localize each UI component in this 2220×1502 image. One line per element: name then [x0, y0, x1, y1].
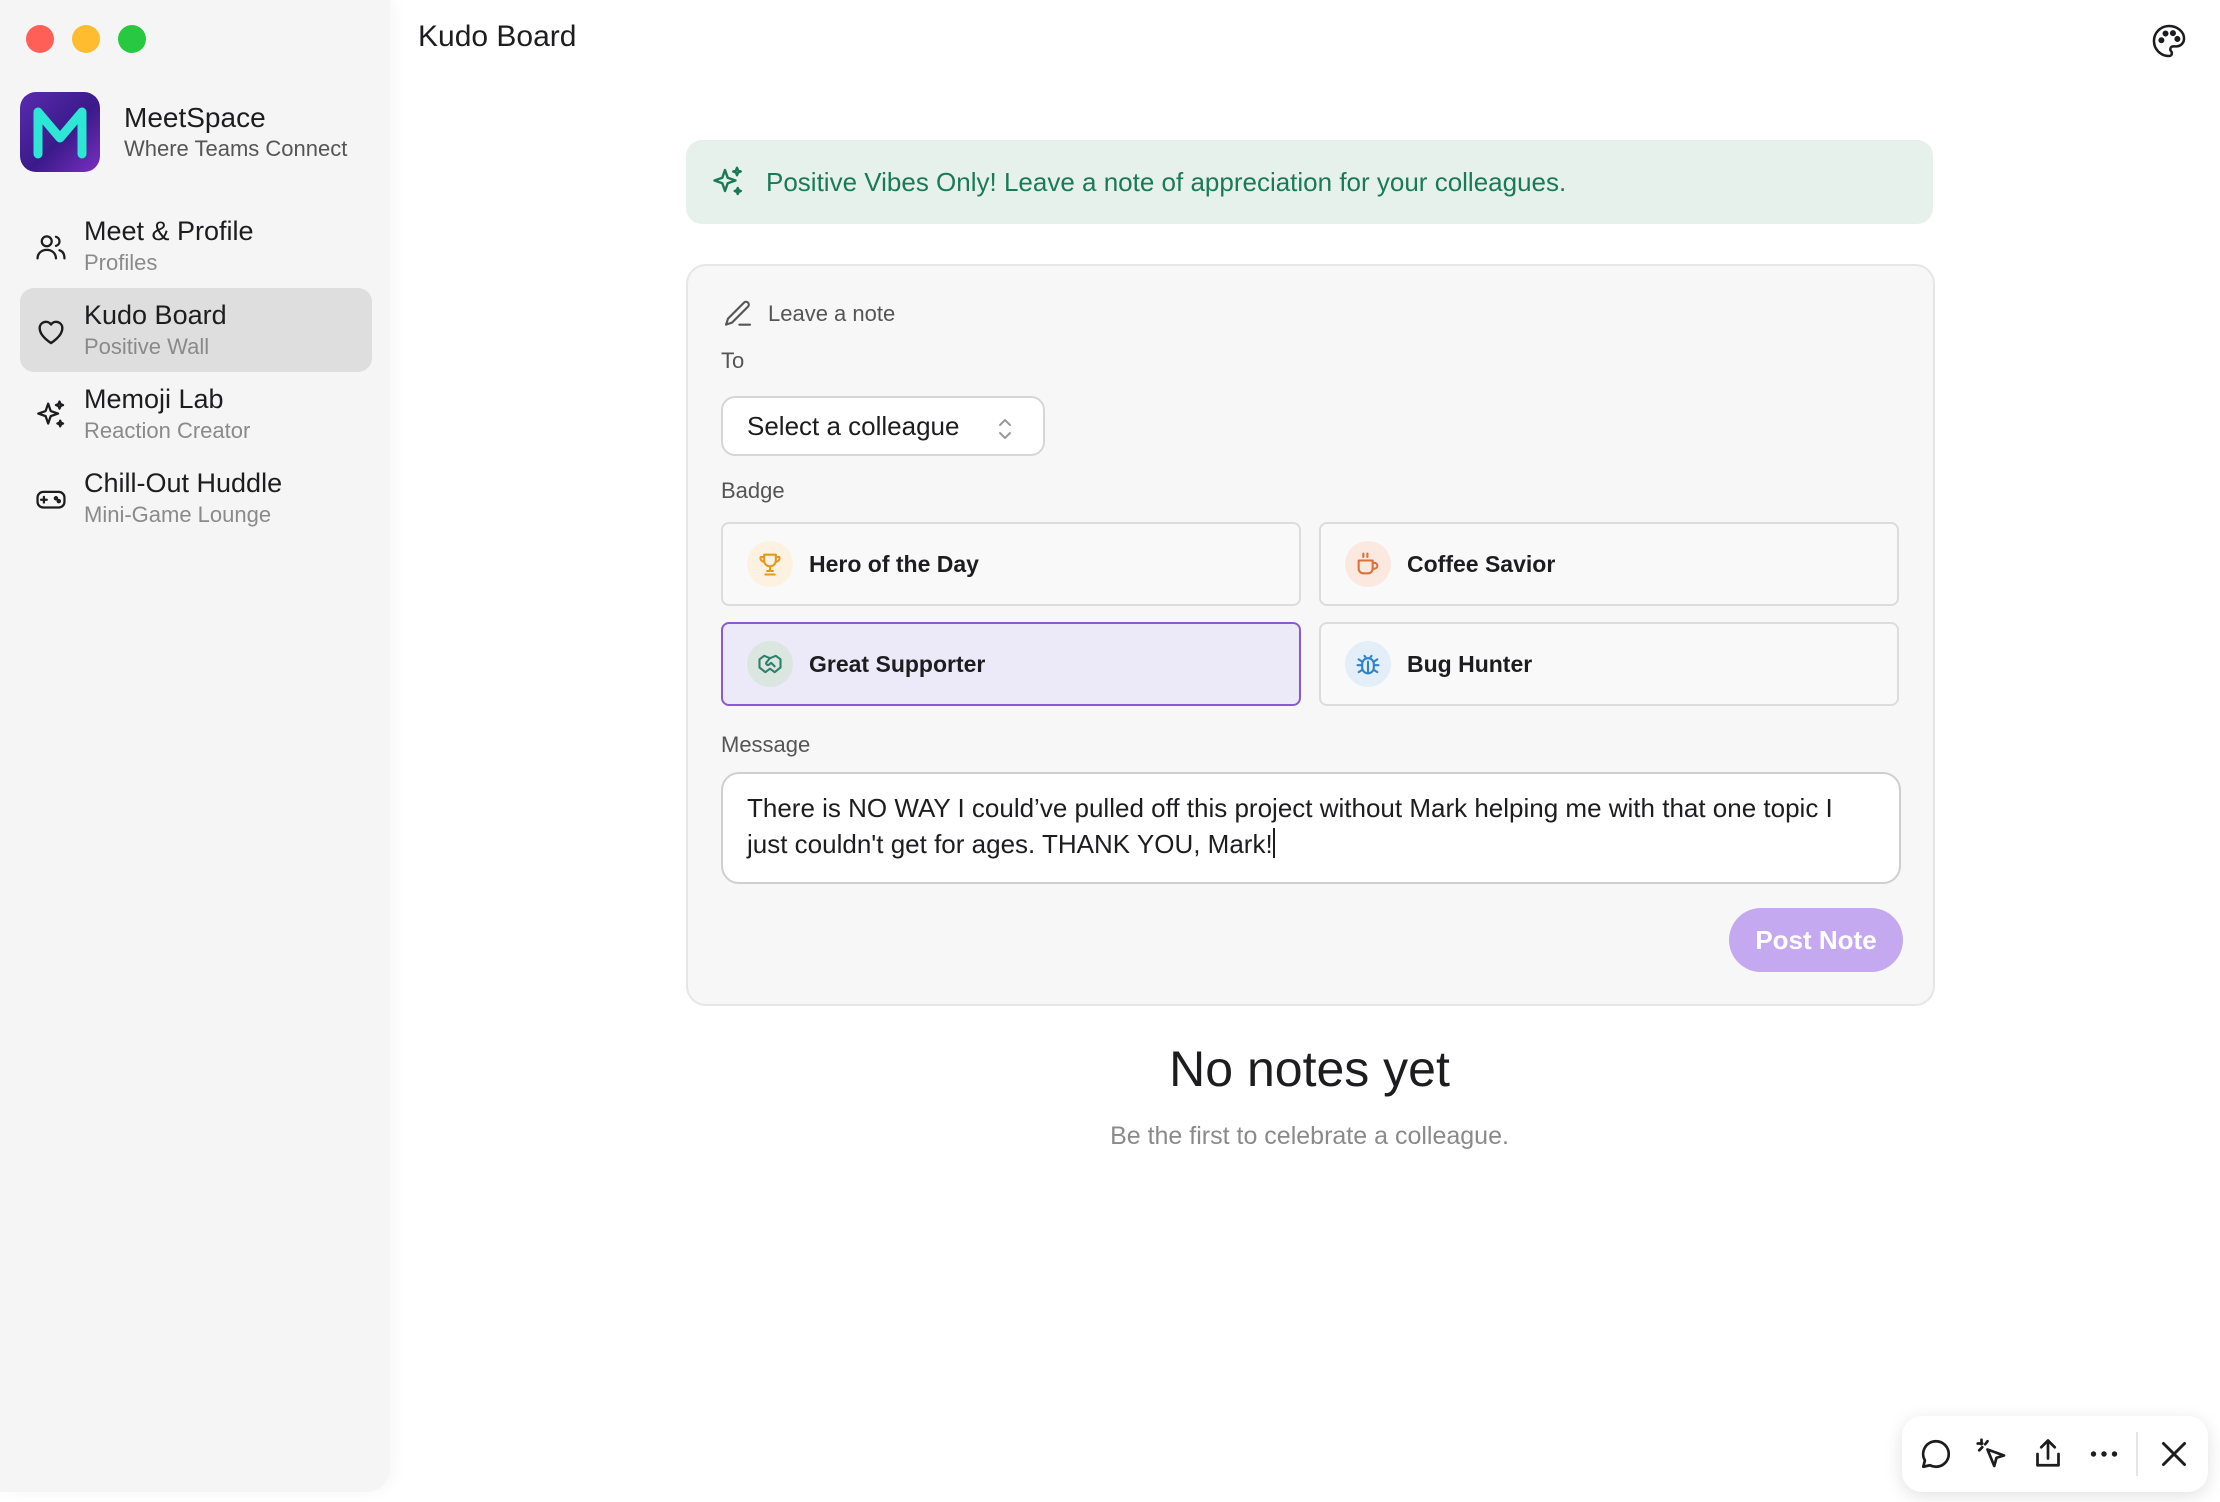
- sidebar-item-subtitle: Profiles: [84, 250, 158, 275]
- bug-icon: [1345, 641, 1391, 687]
- sidebar: MeetSpace Where Teams Connect Meet & Pro…: [0, 0, 390, 1492]
- sparkles-icon: [713, 166, 742, 196]
- handshake-icon: [747, 641, 793, 687]
- colleague-select[interactable]: Select a colleague: [721, 396, 1045, 456]
- to-label: To: [721, 348, 745, 373]
- sidebar-item-title: Chill-Out Huddle: [84, 468, 283, 498]
- sidebar-item-meet-profile[interactable]: Meet & Profile Profiles: [20, 204, 372, 288]
- chat-icon[interactable]: [1918, 1436, 1954, 1472]
- badge-great-supporter[interactable]: Great Supporter: [721, 622, 1301, 706]
- chevron-up-down-icon: [999, 419, 1011, 439]
- sidebar-item-title: Kudo Board: [84, 300, 227, 330]
- colleague-select-value: Select a colleague: [747, 410, 960, 441]
- share-icon[interactable]: [2030, 1436, 2066, 1472]
- users-icon: [36, 235, 66, 260]
- badge-label-text: Bug Hunter: [1407, 650, 1533, 677]
- toolbar-divider: [2136, 1432, 2138, 1476]
- badge-label: Badge: [721, 478, 785, 503]
- brand-name: MeetSpace: [124, 102, 266, 133]
- page-title: Kudo Board: [418, 20, 577, 53]
- pencil-icon: [724, 300, 752, 326]
- text-caret: [1272, 828, 1275, 858]
- heart-icon: [38, 320, 64, 345]
- message-text: There is NO WAY I could’ve pulled off th…: [747, 793, 1833, 859]
- trophy-icon: [747, 541, 793, 587]
- window-minimize-button[interactable]: [72, 25, 100, 53]
- window-close-button[interactable]: [26, 25, 54, 53]
- app-logo: [20, 92, 100, 172]
- badge-hero-of-the-day[interactable]: Hero of the Day: [721, 522, 1301, 606]
- palette-icon[interactable]: [2150, 22, 2188, 60]
- more-icon[interactable]: [2086, 1436, 2122, 1472]
- close-icon[interactable]: [2156, 1436, 2192, 1472]
- coffee-icon: [1345, 541, 1391, 587]
- floating-toolbar: [1902, 1416, 2208, 1492]
- card-heading: Leave a note: [768, 301, 896, 326]
- banner-text: Positive Vibes Only! Leave a note of app…: [766, 166, 1567, 197]
- message-label: Message: [721, 732, 811, 757]
- pointer-icon[interactable]: [1974, 1436, 2010, 1472]
- badge-label-text: Coffee Savior: [1407, 550, 1556, 577]
- info-banner: Positive Vibes Only! Leave a note of app…: [686, 140, 1933, 224]
- badge-label-text: Great Supporter: [809, 650, 986, 677]
- post-note-button[interactable]: Post Note: [1729, 908, 1903, 972]
- badge-label-text: Hero of the Day: [809, 550, 979, 577]
- brand: MeetSpace Where Teams Connect: [20, 92, 347, 172]
- sidebar-item-title: Meet & Profile: [84, 216, 254, 246]
- sidebar-item-chill-out-huddle[interactable]: Chill-Out Huddle Mini-Game Lounge: [20, 456, 372, 540]
- badge-coffee-savior[interactable]: Coffee Savior: [1319, 522, 1899, 606]
- message-textarea[interactable]: There is NO WAY I could’ve pulled off th…: [721, 772, 1901, 884]
- window-zoom-button[interactable]: [118, 25, 146, 53]
- empty-state-subtitle: Be the first to celebrate a colleague.: [1110, 1122, 1509, 1150]
- gamepad-icon: [36, 490, 66, 509]
- sidebar-item-memoji-lab[interactable]: Memoji Lab Reaction Creator: [20, 372, 372, 456]
- leave-note-card: Leave a note To Select a colleague Badge…: [686, 264, 1935, 1006]
- sidebar-item-subtitle: Reaction Creator: [84, 418, 251, 443]
- empty-state-title: No notes yet: [1169, 1041, 1450, 1097]
- badge-bug-hunter[interactable]: Bug Hunter: [1319, 622, 1899, 706]
- sparkles-icon: [37, 400, 65, 428]
- sidebar-item-title: Memoji Lab: [84, 384, 224, 414]
- brand-tagline: Where Teams Connect: [124, 136, 348, 161]
- sidebar-item-subtitle: Positive Wall: [84, 334, 210, 359]
- sidebar-item-kudo-board[interactable]: Kudo Board Positive Wall: [20, 288, 372, 372]
- sidebar-nav: Meet & Profile Profiles Kudo Board Posit…: [20, 204, 372, 540]
- sidebar-item-subtitle: Mini-Game Lounge: [84, 502, 272, 527]
